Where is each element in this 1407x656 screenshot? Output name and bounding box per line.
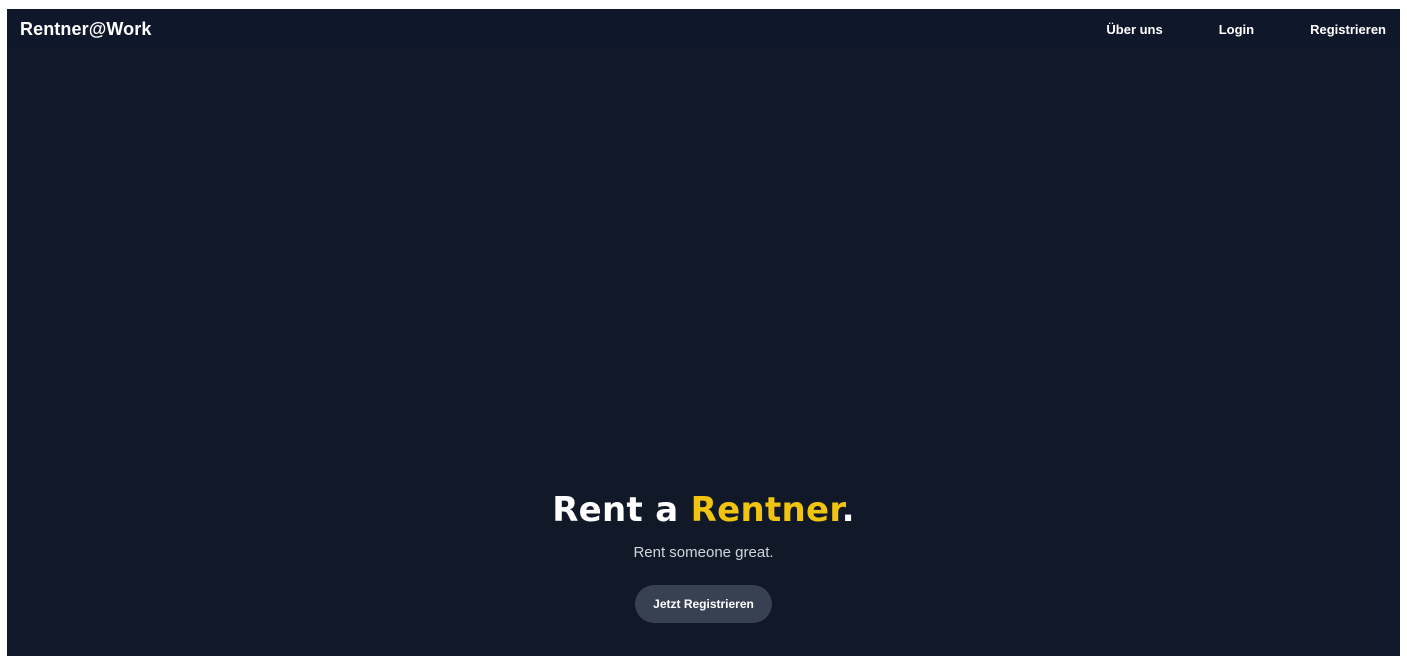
page-frame: Rentner@Work Über uns Login Registrieren… xyxy=(7,9,1400,656)
headline-accent-text: Rentner xyxy=(690,490,842,530)
hero-subtitle: Rent someone great. xyxy=(633,544,774,561)
nav-link-register[interactable]: Registrieren xyxy=(1310,22,1386,37)
nav-link-about[interactable]: Über uns xyxy=(1106,22,1162,37)
nav-link-login[interactable]: Login xyxy=(1219,22,1254,37)
nav-links: Über uns Login Registrieren xyxy=(1050,22,1386,37)
hero-section: Rent a Rentner. Rent someone great. Jetz… xyxy=(7,479,1400,623)
headline-text: Rent a xyxy=(552,490,691,530)
brand-logo-link[interactable]: Rentner@Work xyxy=(20,19,151,40)
register-now-button[interactable]: Jetzt Registrieren xyxy=(635,585,772,623)
headline-period: . xyxy=(841,490,855,530)
hero-headline: Rent a Rentner. xyxy=(7,479,1400,541)
top-navbar: Rentner@Work Über uns Login Registrieren xyxy=(7,9,1400,50)
